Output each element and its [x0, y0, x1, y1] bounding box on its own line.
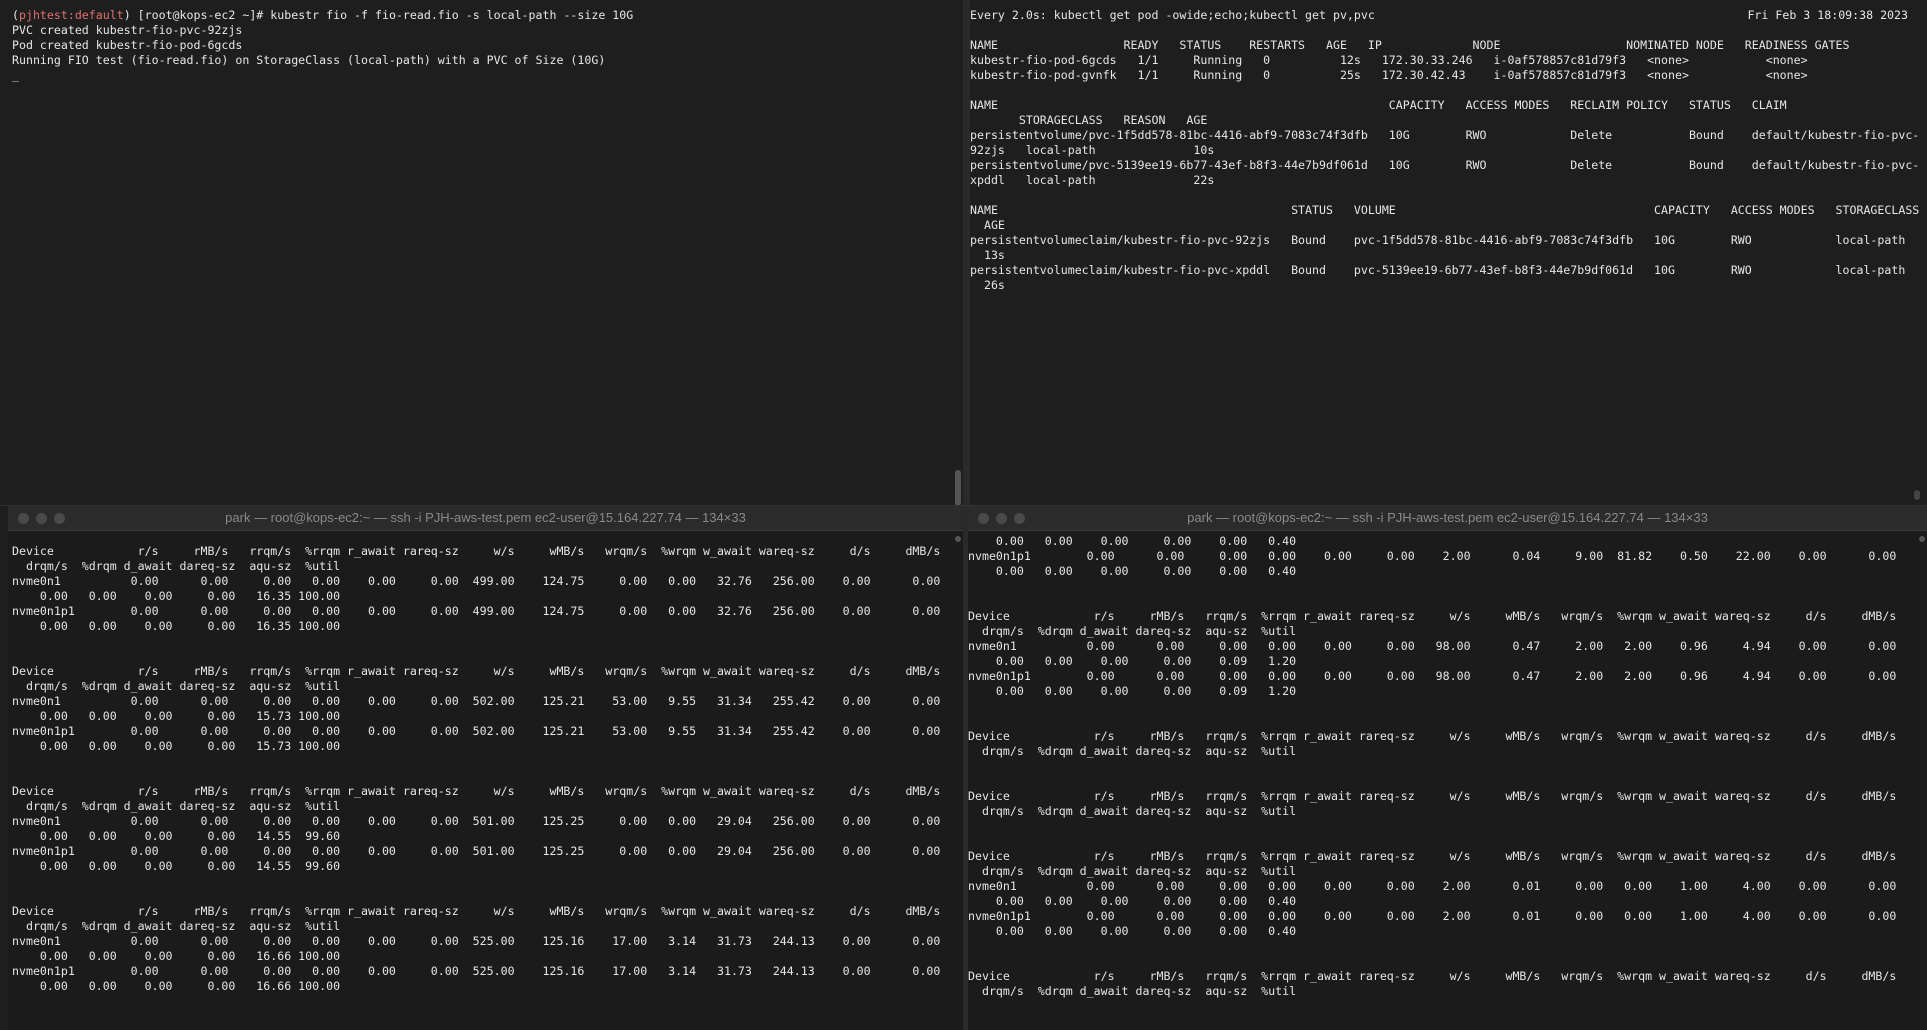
watch-output: NAME READY STATUS RESTARTS AGE IP NODE N…: [970, 38, 1920, 292]
terminal-pane-kubestr[interactable]: (pjhtest:default) [root@kops-ec2 ~]# kub…: [8, 8, 963, 505]
window-titlebar[interactable]: park — root@kops-ec2:~ — ssh -i PJH-aws-…: [8, 506, 963, 531]
iostat-output: 0.00 0.00 0.00 0.00 0.00 0.40 nvme0n1p1 …: [968, 534, 1897, 998]
terminal-pane-watch[interactable]: Every 2.0s: kubectl get pod -owide;echo;…: [970, 8, 1922, 505]
scrollbar-thumb[interactable]: [1914, 490, 1920, 500]
scrollbar-thumb[interactable]: [1919, 536, 1925, 542]
terminal-pane-iostat-right[interactable]: park — root@kops-ec2:~ — ssh -i PJH-aws-…: [968, 506, 1927, 1030]
watch-clock: Fri Feb 3 18:09:38 2023: [1747, 8, 1908, 22]
terminal-text: (pjhtest:default) [root@kops-ec2 ~]# kub…: [12, 8, 634, 82]
prompt-user-host: [root@kops-ec2 ~]#: [130, 8, 271, 22]
command-output: PVC created kubestr-fio-pvc-92zjs Pod cr…: [12, 23, 606, 82]
prompt-context: pjhtest:default: [18, 8, 124, 22]
watch-header: Every 2.0s: kubectl get pod -owide;echo;…: [970, 8, 1375, 22]
iostat-output: Device r/s rMB/s rrqm/s %rrqm r_await ra…: [12, 544, 941, 993]
scrollbar-thumb[interactable]: [955, 536, 961, 542]
scrollbar-thumb[interactable]: [955, 470, 961, 505]
command-text: kubestr fio -f fio-read.fio -s local-pat…: [270, 8, 634, 22]
window-title: park — root@kops-ec2:~ — ssh -i PJH-aws-…: [1187, 510, 1708, 525]
window-titlebar[interactable]: park — root@kops-ec2:~ — ssh -i PJH-aws-…: [968, 506, 1927, 531]
terminal-pane-iostat-left[interactable]: park — root@kops-ec2:~ — ssh -i PJH-aws-…: [8, 506, 963, 1030]
window-title: park — root@kops-ec2:~ — ssh -i PJH-aws-…: [225, 510, 746, 525]
